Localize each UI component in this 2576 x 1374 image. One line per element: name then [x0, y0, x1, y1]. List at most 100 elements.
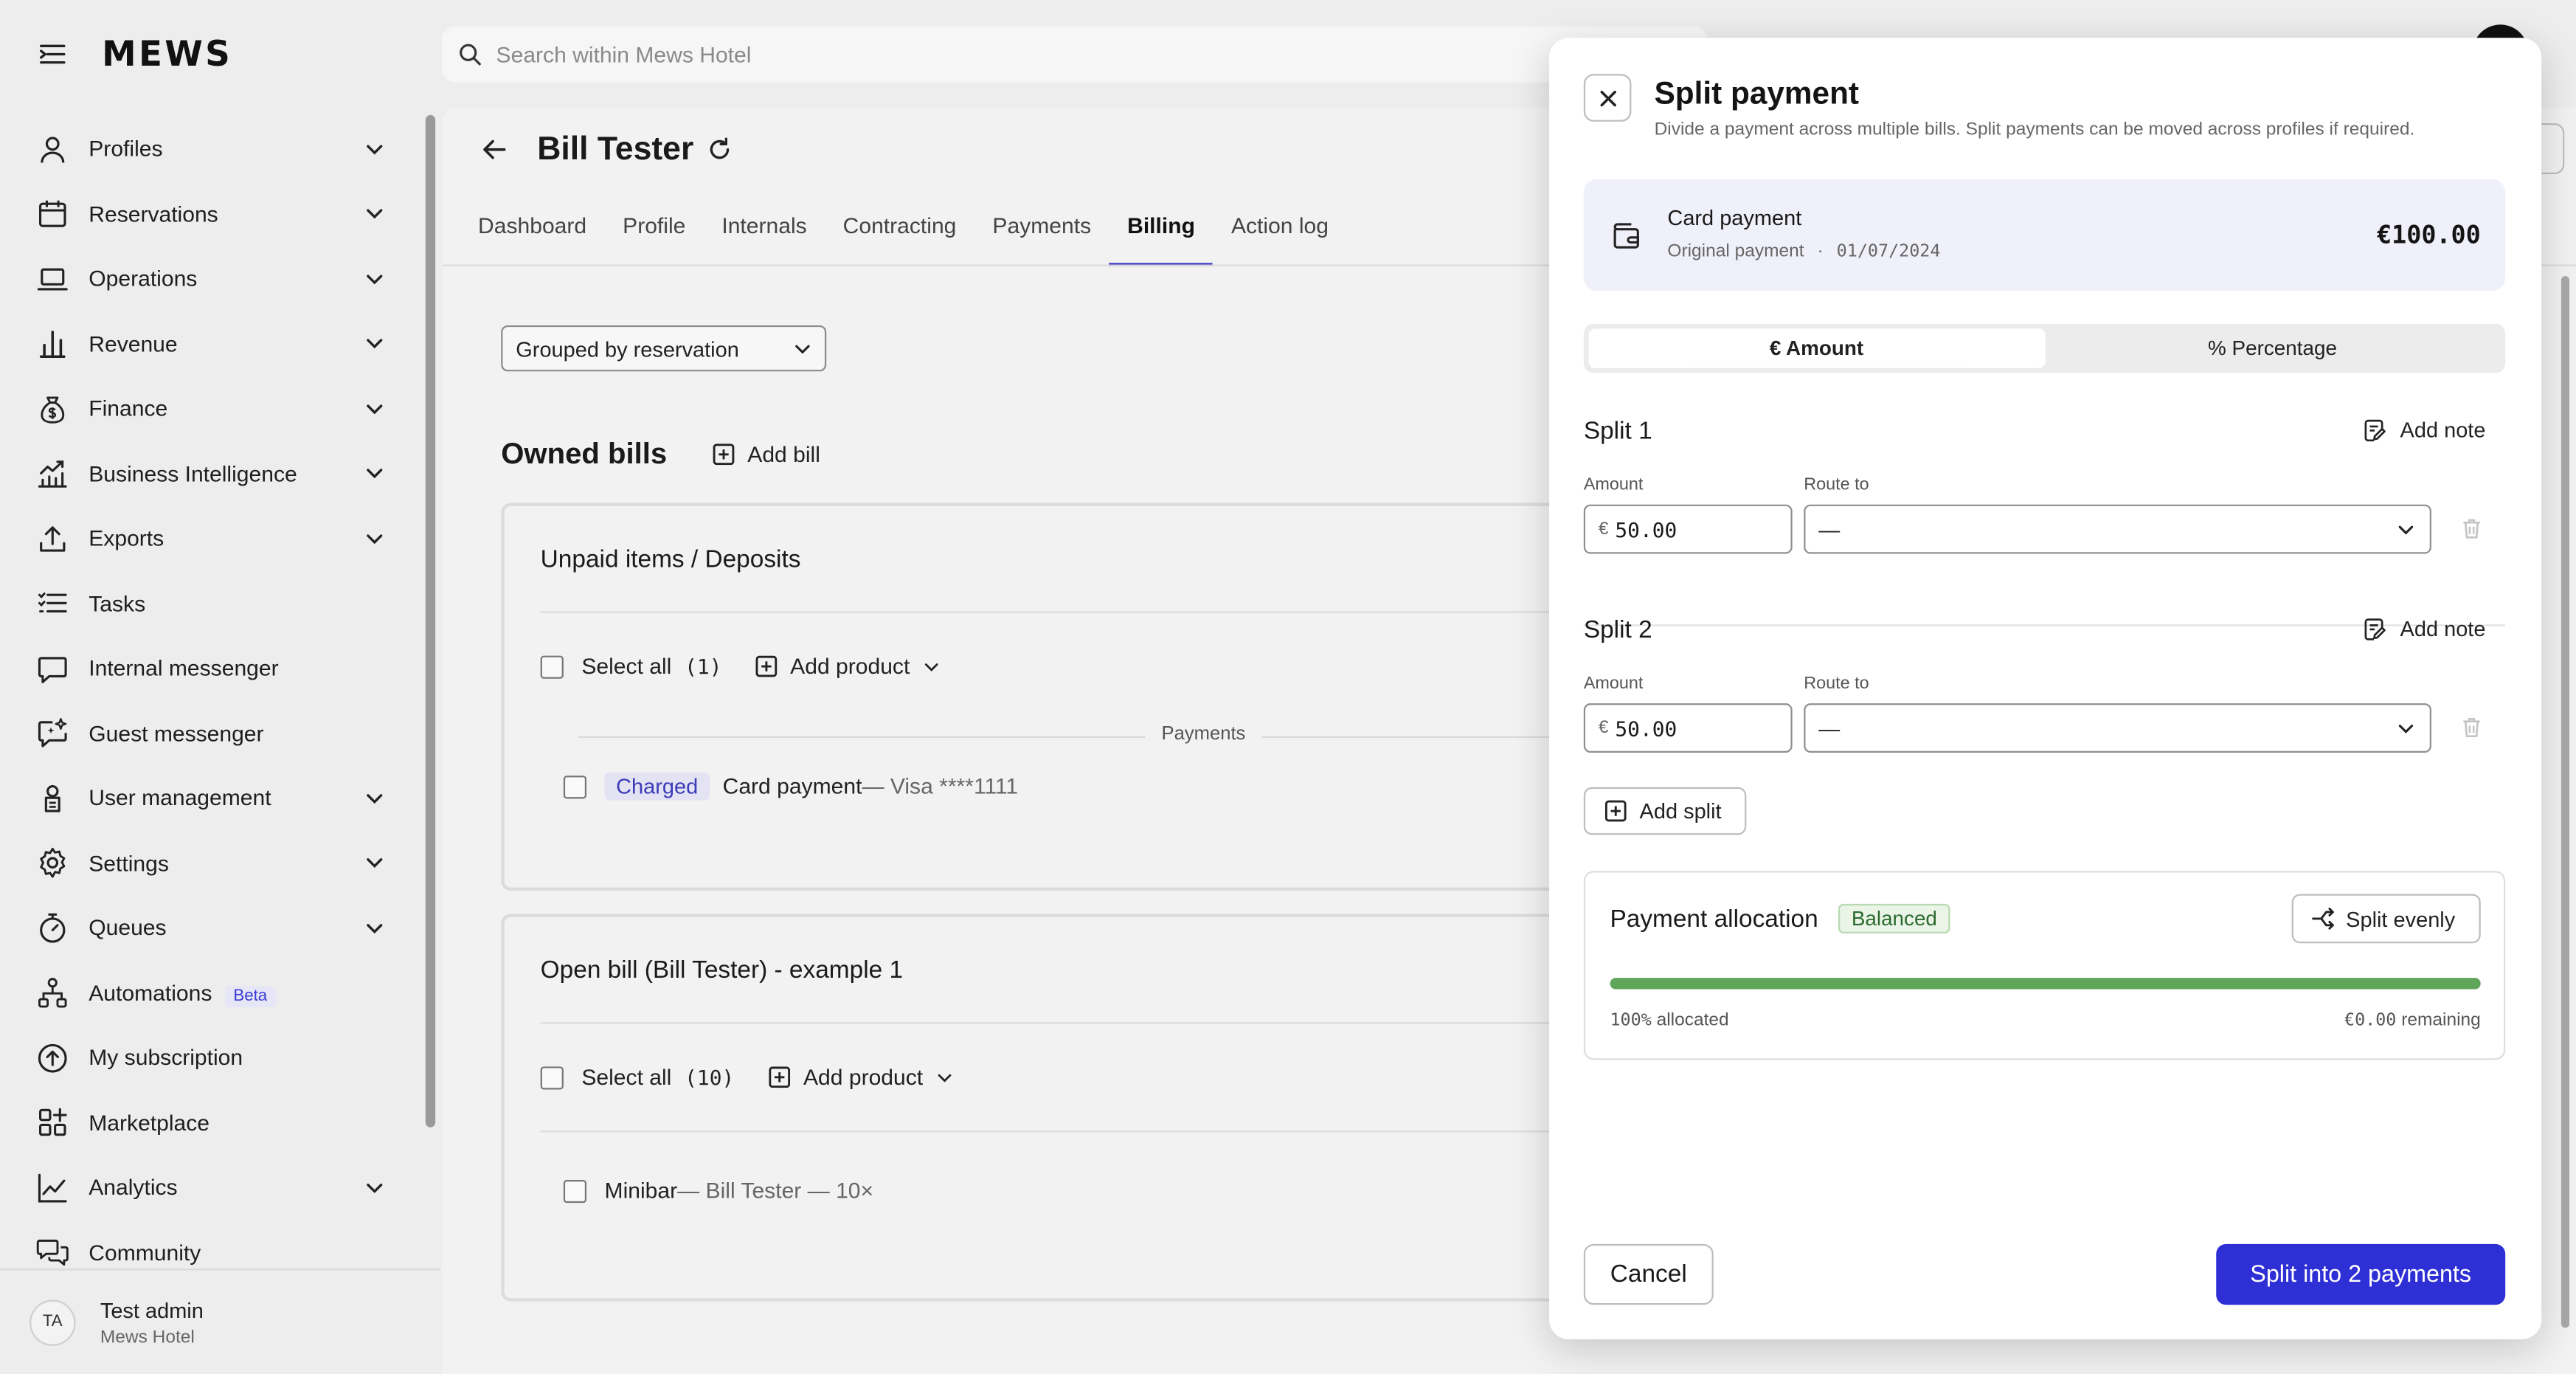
trash-icon[interactable] — [2459, 715, 2484, 739]
sidebar-item-automations[interactable]: Automations Beta — [0, 961, 420, 1026]
sidebar-item-label: Tasks — [89, 591, 146, 616]
tab-action-log[interactable]: Action log — [1213, 214, 1346, 266]
sidebar-header: MEWS — [0, 0, 420, 108]
payment-allocation-panel: Payment allocation Balanced Split evenly… — [1583, 871, 2506, 1060]
sidebar-item-exports[interactable]: Exports — [0, 506, 420, 571]
sidebar-scrollbar[interactable] — [425, 114, 436, 1128]
tab-billing[interactable]: Billing — [1109, 214, 1213, 266]
item-row-name: Minibar — [604, 1178, 678, 1204]
payment-amount: €100.00 — [2376, 220, 2481, 250]
remaining-label: remaining — [2396, 1010, 2481, 1031]
collapse-menu-icon[interactable] — [36, 38, 69, 71]
sidebar-item-profiles[interactable]: Profiles — [0, 117, 420, 182]
allocation-title: Payment allocation — [1610, 905, 1818, 933]
mode-amount-option[interactable]: € Amount — [1588, 328, 2045, 368]
sidebar-item-label: Exports — [89, 526, 165, 551]
split-title: Split 2 — [1583, 616, 1652, 644]
sidebar-item-label: Settings — [89, 851, 169, 876]
cancel-button[interactable]: Cancel — [1583, 1243, 1714, 1305]
sidebar-item-finance[interactable]: Finance — [0, 376, 420, 441]
sidebar-item-queues[interactable]: Queues — [0, 896, 420, 961]
refresh-icon[interactable] — [707, 137, 733, 163]
add-note-button[interactable]: Add note — [2364, 417, 2486, 443]
sidebar-item-operations[interactable]: Operations — [0, 246, 420, 311]
original-payment-card: Card payment Original payment · 01/07/20… — [1583, 179, 2506, 291]
main-scrollbar[interactable] — [2561, 276, 2570, 1328]
grouping-select[interactable]: Grouped by reservation — [501, 325, 827, 372]
sidebar-item-label: Analytics — [89, 1175, 178, 1201]
back-arrow-icon[interactable] — [482, 137, 508, 163]
user-hotel: Mews Hotel — [100, 1327, 195, 1347]
sidebar: MEWS Profiles Reservations Operations Reven… — [0, 0, 440, 1374]
add-split-button[interactable]: Add split — [1583, 787, 1747, 835]
plus-square-icon — [713, 443, 735, 466]
arrow-circle-icon — [36, 1041, 69, 1074]
user-profile[interactable]: TA Test admin Mews Hotel — [0, 1268, 440, 1374]
select-all-checkbox[interactable] — [540, 1066, 564, 1089]
split-evenly-button[interactable]: Split evenly — [2291, 894, 2481, 944]
tab-contracting[interactable]: Contracting — [825, 214, 974, 266]
sidebar-item-label: My subscription — [89, 1045, 243, 1071]
add-product-button[interactable]: Add product — [755, 654, 939, 679]
remaining-text: €0.00 remaining — [2344, 1011, 2481, 1031]
add-bill-button[interactable]: Add bill — [713, 442, 820, 466]
note-edit-icon — [2364, 618, 2386, 640]
search-bar[interactable]: Search within Mews Hotel — [442, 26, 1707, 83]
chevron-down-icon — [367, 534, 383, 544]
side-panel-toggle[interactable] — [2541, 123, 2565, 175]
select-all-row[interactable]: Select all (1) — [540, 654, 721, 679]
sidebar-item-guest-messenger[interactable]: Guest messenger — [0, 701, 420, 766]
app-root: MEWS Profiles Reservations Operations Reven… — [0, 0, 2576, 1374]
tab-internals[interactable]: Internals — [704, 214, 825, 266]
split-title: Split 1 — [1583, 417, 1652, 446]
timer-icon — [36, 911, 69, 945]
mode-percentage-option[interactable]: % Percentage — [2045, 328, 2501, 367]
add-product-button[interactable]: Add product — [769, 1065, 952, 1090]
user-badge-icon — [36, 781, 69, 815]
payment-row-checkbox[interactable] — [563, 775, 587, 798]
item-row[interactable]: Minibar — Bill Tester — 10× — [563, 1178, 873, 1204]
payment-meta-label: Original payment — [1667, 241, 1804, 262]
sidebar-item-business-intelligence[interactable]: Business Intelligence — [0, 441, 420, 506]
tab-payments[interactable]: Payments — [974, 214, 1109, 266]
sidebar-item-tasks[interactable]: Tasks — [0, 571, 420, 636]
add-note-label: Add note — [2400, 417, 2486, 443]
select-all-row[interactable]: Select all (10) — [540, 1065, 734, 1090]
chevron-down-icon — [367, 144, 383, 154]
currency-prefix: € — [1598, 519, 1609, 539]
split-submit-button[interactable]: Split into 2 payments — [2216, 1243, 2506, 1305]
sidebar-item-settings[interactable]: Settings — [0, 831, 420, 896]
list-icon — [36, 587, 69, 621]
plus-square-icon — [755, 655, 778, 677]
sidebar-item-marketplace[interactable]: Marketplace — [0, 1091, 420, 1156]
search-input[interactable]: Search within Mews Hotel — [496, 42, 752, 66]
chevron-down-icon — [367, 1183, 383, 1193]
sidebar-item-internal-messenger[interactable]: Internal messenger — [0, 636, 420, 701]
bill-divider — [540, 611, 1586, 613]
profile-tabs: Dashboard Profile Internals Contracting Paym… — [460, 214, 1347, 266]
sidebar-item-label: Automations Beta — [89, 981, 384, 1007]
tab-profile[interactable]: Profile — [605, 214, 704, 266]
sidebar-item-reservations[interactable]: Reservations — [0, 182, 420, 246]
add-note-button[interactable]: Add note — [2364, 616, 2485, 641]
tab-dashboard[interactable]: Dashboard — [460, 214, 605, 266]
chevron-down-icon — [367, 209, 383, 219]
item-row-checkbox[interactable] — [563, 1178, 587, 1203]
sidebar-item-label: Community — [89, 1240, 201, 1266]
sidebar-item-user-management[interactable]: User management — [0, 766, 420, 831]
mews-logo[interactable]: MEWS — [102, 35, 232, 74]
split-amount-value: 50.00 — [1615, 715, 1677, 741]
select-all-checkbox[interactable] — [540, 655, 564, 678]
chats-icon — [36, 1236, 69, 1269]
trash-icon[interactable] — [2459, 516, 2484, 540]
sidebar-item-my-subscription[interactable]: My subscription — [0, 1026, 420, 1091]
route-to-select[interactable]: — — [1804, 504, 2431, 554]
split-amount-input[interactable]: € 50.00 — [1583, 504, 1793, 554]
close-button[interactable] — [1583, 74, 1632, 122]
route-to-select[interactable]: — — [1804, 703, 2431, 753]
sidebar-item-analytics[interactable]: Analytics — [0, 1156, 420, 1221]
chat-icon — [36, 652, 69, 686]
sidebar-item-revenue[interactable]: Revenue — [0, 311, 420, 376]
payment-row[interactable]: Charged Card payment — Visa ****1111 — [563, 772, 1018, 801]
split-amount-input[interactable]: € 50.00 — [1583, 703, 1793, 753]
